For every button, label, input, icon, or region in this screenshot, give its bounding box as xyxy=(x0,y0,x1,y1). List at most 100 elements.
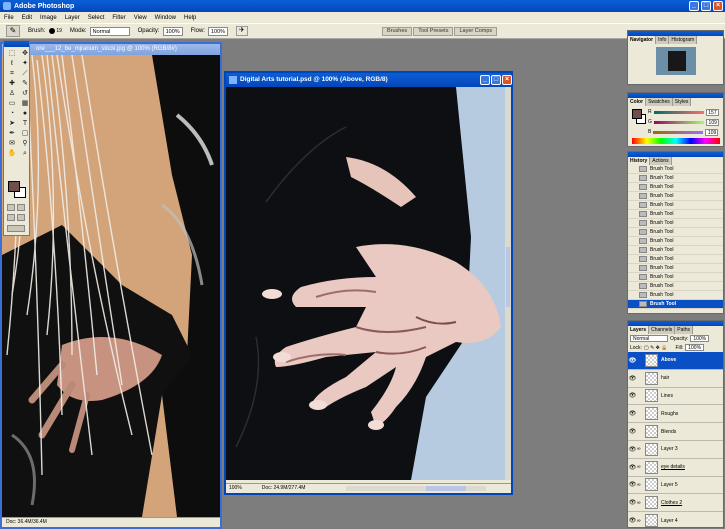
horizontal-scroll-thumb[interactable] xyxy=(426,486,466,491)
history-item[interactable]: Brush Tool xyxy=(628,165,723,174)
layer-name[interactable]: Clothes 2 xyxy=(661,500,682,506)
layer-name[interactable]: Above xyxy=(661,357,676,363)
history-item[interactable]: Brush Tool xyxy=(628,300,723,309)
blur-tool-icon[interactable]: ◔ xyxy=(6,109,18,118)
layer-row[interactable]: 👁 ∞ Clothes 2 xyxy=(628,494,723,513)
layer-name[interactable]: eye details xyxy=(661,464,685,470)
menu-file[interactable]: File xyxy=(4,15,14,21)
close-icon[interactable]: × xyxy=(713,1,723,11)
link-icon[interactable]: ∞ xyxy=(637,518,643,524)
shape-tool-icon[interactable]: ▢ xyxy=(19,129,31,138)
eye-icon[interactable]: 👁 xyxy=(628,481,637,488)
tab-swatches[interactable]: Swatches xyxy=(646,98,673,106)
layer-thumbnail[interactable] xyxy=(645,460,658,474)
tab-channels[interactable]: Channels xyxy=(649,326,676,334)
history-item[interactable]: Brush Tool xyxy=(628,228,723,237)
eye-icon[interactable]: 👁 xyxy=(628,428,637,435)
brush-tool-icon[interactable]: ✎ xyxy=(19,79,31,88)
value-r[interactable]: 157 xyxy=(705,108,719,116)
well-tab-tool-presets[interactable]: Tool Presets xyxy=(413,27,454,36)
link-icon[interactable]: ∞ xyxy=(637,500,643,506)
history-item[interactable]: Brush Tool xyxy=(628,183,723,192)
gradient-tool-icon[interactable]: ▦ xyxy=(19,99,31,108)
doc-maximize-icon[interactable]: □ xyxy=(491,75,501,85)
screen-mode-standard-icon[interactable] xyxy=(7,214,15,221)
layer-name[interactable]: hair xyxy=(661,375,669,381)
vertical-scrollbar[interactable] xyxy=(505,87,511,480)
tab-histogram[interactable]: Histogram xyxy=(669,36,698,44)
slider-r[interactable] xyxy=(653,110,704,114)
opacity-input[interactable]: 100% xyxy=(162,26,183,36)
layer-name[interactable]: Layer 4 xyxy=(661,518,678,524)
zoom-level[interactable]: 100% xyxy=(229,484,242,493)
eye-icon[interactable]: 👁 xyxy=(628,464,637,471)
horizontal-scrollbar[interactable] xyxy=(346,486,486,491)
lock-icons[interactable]: ▢ ✎ ✥ 🔒 xyxy=(644,345,668,351)
history-item[interactable]: Brush Tool xyxy=(628,192,723,201)
eye-icon[interactable]: 👁 xyxy=(628,392,637,399)
document-window-stock[interactable]: ore___12_be_mjranum_stock.jpg @ 100% (RG… xyxy=(0,42,222,529)
layer-name[interactable]: Roughs xyxy=(661,411,678,417)
palette-fg-swatch[interactable] xyxy=(632,109,642,119)
history-item[interactable]: Brush Tool xyxy=(628,174,723,183)
layer-row[interactable]: 👁 Roughs xyxy=(628,405,723,424)
mode-select[interactable]: Normal xyxy=(89,26,130,36)
slider-g[interactable] xyxy=(653,120,704,124)
value-g[interactable]: 109 xyxy=(705,118,719,126)
tab-history[interactable]: History xyxy=(628,157,651,165)
maximize-icon[interactable]: □ xyxy=(701,1,711,11)
marquee-tool-icon[interactable]: ⬚ xyxy=(6,49,18,58)
healing-brush-tool-icon[interactable]: ✚ xyxy=(6,79,18,88)
notes-tool-icon[interactable]: ✉ xyxy=(6,139,18,148)
layer-row[interactable]: 👁 Lines xyxy=(628,388,723,406)
zoom-tool-icon[interactable]: ⌕ xyxy=(19,149,31,158)
tab-navigator[interactable]: Navigator xyxy=(628,36,657,44)
standard-mode-icon[interactable] xyxy=(7,204,15,211)
menu-layer[interactable]: Layer xyxy=(65,15,80,21)
fill-input[interactable]: 100% xyxy=(685,344,705,351)
layer-thumbnail[interactable] xyxy=(645,478,658,492)
history-brush-tool-icon[interactable]: ↺ xyxy=(19,89,31,98)
eye-icon[interactable]: 👁 xyxy=(628,375,637,382)
layer-row[interactable]: 👁 hair xyxy=(628,370,723,388)
layer-thumbnail[interactable] xyxy=(645,425,658,439)
eye-icon[interactable]: 👁 xyxy=(628,446,637,453)
minimize-icon[interactable]: _ xyxy=(689,1,699,11)
value-b[interactable]: 109 xyxy=(705,128,719,136)
history-item[interactable]: Brush Tool xyxy=(628,246,723,255)
menu-edit[interactable]: Edit xyxy=(22,15,32,21)
type-tool-icon[interactable]: T xyxy=(19,119,31,128)
brush-tool-icon[interactable]: ✎ xyxy=(6,25,20,37)
layer-thumbnail[interactable] xyxy=(645,407,658,421)
layer-row[interactable]: 👁 ∞ Layer 5 xyxy=(628,477,723,495)
lasso-tool-icon[interactable]: ℓ xyxy=(6,59,18,68)
menu-view[interactable]: View xyxy=(134,15,147,21)
layer-thumbnail[interactable] xyxy=(645,389,658,403)
imageready-icon[interactable] xyxy=(7,225,25,232)
tab-styles[interactable]: Styles xyxy=(672,98,692,106)
layer-name[interactable]: Layer 5 xyxy=(661,482,678,488)
tab-layers[interactable]: Layers xyxy=(628,326,650,334)
illustration-canvas[interactable] xyxy=(226,87,505,480)
layer-row[interactable]: 👁 Blends xyxy=(628,423,723,441)
eye-icon[interactable]: 👁 xyxy=(628,357,637,364)
navigator-view-box[interactable] xyxy=(667,51,686,71)
history-item[interactable]: Brush Tool xyxy=(628,255,723,264)
layer-row[interactable]: 👁 ∞ Layer 4 xyxy=(628,512,723,529)
eye-icon[interactable]: 👁 xyxy=(628,410,637,417)
menu-help[interactable]: Help xyxy=(184,15,196,21)
doc-close-icon[interactable]: × xyxy=(502,75,512,85)
menu-image[interactable]: Image xyxy=(40,15,57,21)
layer-row[interactable]: 👁 Above xyxy=(628,352,723,370)
slider-b[interactable] xyxy=(653,130,704,134)
layer-thumbnail[interactable] xyxy=(645,514,658,528)
document-window-tutorial[interactable]: Digital Arts tutorial.psd @ 100% (Above,… xyxy=(224,71,513,495)
well-tab-layer-comps[interactable]: Layer Comps xyxy=(454,27,498,36)
layer-row[interactable]: 👁 ∞ Layer 3 xyxy=(628,441,723,459)
airbrush-icon[interactable]: ✈ xyxy=(235,26,248,36)
history-item[interactable]: Brush Tool xyxy=(628,264,723,273)
eye-icon[interactable]: 👁 xyxy=(628,499,637,506)
tab-color[interactable]: Color xyxy=(628,98,647,106)
history-item[interactable]: Brush Tool xyxy=(628,273,723,282)
layer-name[interactable]: Layer 3 xyxy=(661,446,678,452)
